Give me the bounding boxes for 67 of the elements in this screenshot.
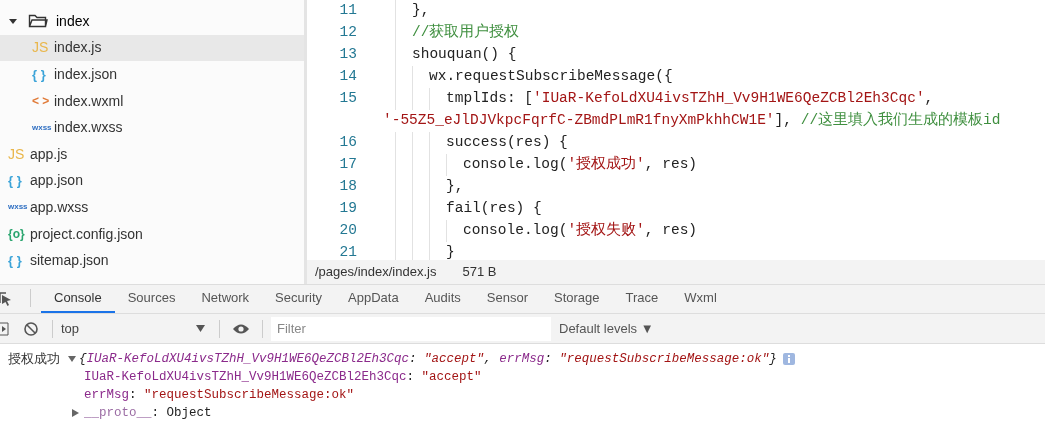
line-number: 21 (338, 243, 357, 260)
line-number: 20 (338, 221, 357, 241)
info-icon (782, 353, 795, 365)
line-number: 12 (338, 23, 357, 43)
levels-dropdown[interactable]: Default levels ▼ (559, 318, 654, 339)
line-number: 15 (338, 89, 357, 109)
devtools-tab[interactable]: Storage (541, 285, 613, 313)
devtools-tab[interactable]: Trace (612, 285, 672, 313)
devtools-tab[interactable]: AppData (335, 285, 412, 313)
line-number: 14 (338, 67, 357, 87)
line-number: 17 (338, 155, 357, 175)
log-label: 授权成功 (7, 350, 61, 368)
braces-icon: { } (8, 250, 30, 271)
sidebar-toggle-icon[interactable] (0, 321, 10, 336)
eye-icon[interactable] (232, 322, 250, 335)
folder-icon (28, 13, 48, 30)
devtools-tab[interactable]: Security (262, 285, 336, 313)
object-property: IUaR-KefoLdXU4ivsTZhH_Vv9H1WE6QeZCBl2Eh3Cqc: "accept" (84, 368, 482, 386)
filter-field[interactable]: Filter (271, 316, 551, 341)
code-line: }, (446, 177, 464, 197)
devtools-tab[interactable]: Wxml (671, 285, 730, 313)
tree-item[interactable]: index (0, 8, 304, 35)
code-line: //获取用户授权 (412, 22, 520, 43)
stylesheet-icon: wxss (8, 201, 30, 214)
context-select[interactable]: top (61, 318, 211, 339)
devtools-tab[interactable]: Network (188, 285, 263, 313)
expand-caret-icon[interactable] (68, 355, 76, 363)
angle-brackets-icon: < > (32, 92, 54, 111)
code-line: tmplIds: ['IUaR-KefoLdXU4ivsTZhH_Vv9H1WE6QeZCBl2Eh3Cqc', (446, 89, 934, 109)
code-line: } (446, 243, 455, 260)
tree-item[interactable]: JS app.js (0, 140, 304, 168)
expand-caret-icon[interactable] (72, 409, 79, 417)
tree-item[interactable]: {o} project.config.json (0, 220, 304, 248)
braces-icon: { } (32, 64, 54, 85)
code-line: console.log('授权失败', res) (463, 220, 698, 241)
tree-item[interactable]: { } sitemap.json (0, 247, 304, 274)
braces-icon: { } (8, 171, 30, 191)
code-line: }, (412, 1, 430, 21)
line-number: 19 (338, 199, 357, 219)
tree-item[interactable]: { } index.json (0, 61, 304, 88)
code-line: success(res) { (446, 133, 568, 153)
line-number: 16 (338, 133, 357, 153)
tree-item[interactable]: < > index.wxml (0, 87, 304, 115)
line-number: 13 (338, 45, 357, 65)
code-line: shouquan() { (412, 45, 517, 65)
js-file-icon: JS (8, 143, 30, 165)
code-line: '-55Z5_eJlDJVkpcFqrfC-ZBmdPLmR1fnyXmPkhhCW1E'], //这里填入我们生成的模板id (383, 110, 1001, 131)
tree-item[interactable]: JS index.js (0, 34, 304, 62)
devtools-tab[interactable]: Sources (114, 285, 189, 313)
file-path: /pages/index/index.js (315, 263, 437, 282)
object-property: __proto__: Object (84, 404, 212, 422)
file-size: 571 B (462, 263, 497, 282)
dropdown-icon (196, 325, 205, 332)
devtools-tab[interactable]: Sensor (473, 285, 541, 313)
code-line: fail(res) { (446, 199, 542, 219)
devtools-tab[interactable]: Audits (411, 285, 474, 313)
line-number: 18 (338, 177, 357, 197)
tree-item[interactable]: { } app.json (0, 167, 304, 195)
object-property: errMsg: "requestSubscribeMessage:ok" (84, 386, 355, 404)
code-line: console.log('授权成功', res) (463, 154, 698, 175)
line-number: 11 (338, 1, 357, 21)
stylesheet-icon: wxss (32, 121, 54, 134)
code-line: wx.requestSubscribeMessage({ (429, 67, 673, 87)
clear-icon[interactable] (24, 321, 38, 336)
config-icon: {o} (8, 225, 30, 244)
js-file-icon: JS (32, 37, 54, 59)
object-summary[interactable]: {IUaR-KefoLdXU4ivsTZhH_Vv9H1WE6QeZCBl2Eh3Cqc: "accept", errMsg: "requestSubscribeMessage:ok"} (79, 349, 777, 369)
